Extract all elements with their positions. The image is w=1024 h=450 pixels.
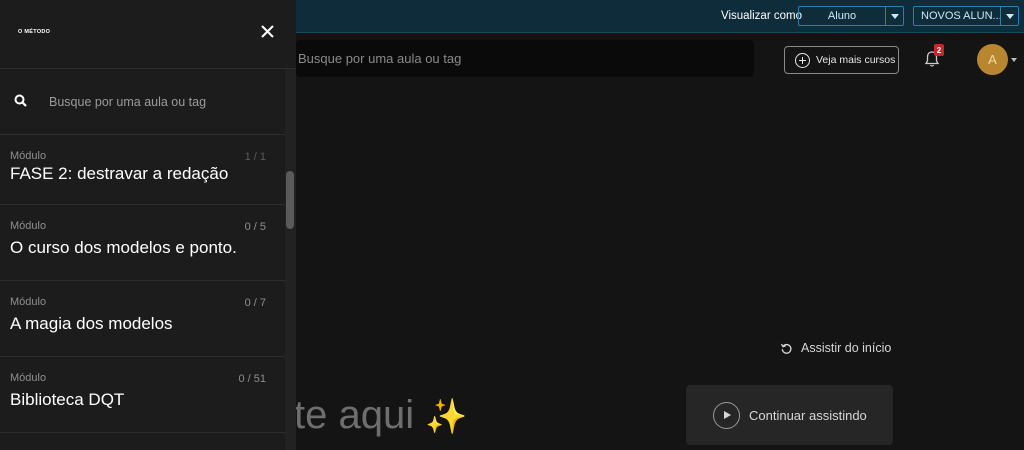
list-item[interactable]: Módulo 1 / 1 FASE 2: destravar a redação: [0, 135, 285, 205]
close-icon[interactable]: [259, 23, 276, 40]
group-select[interactable]: NOVOS ALUN...: [913, 6, 1019, 26]
role-select-value: Aluno: [827, 10, 857, 22]
module-list: Módulo 1 / 1 FASE 2: destravar a redação…: [0, 135, 285, 433]
restart-label: Assistir do início: [801, 341, 892, 355]
continue-watching-button[interactable]: Continuar assistindo: [686, 385, 893, 445]
module-progress: 0 / 7: [244, 297, 266, 309]
group-select-value: NOVOS ALUN...: [921, 10, 1000, 22]
avatar-chevron-down-icon[interactable]: [1011, 58, 1017, 62]
list-item[interactable]: Módulo 0 / 51 Biblioteca DQT: [0, 357, 285, 433]
search-placeholder: Busque por uma aula ou tag: [298, 51, 462, 66]
module-progress: 1 / 1: [244, 151, 266, 163]
role-select[interactable]: Aluno: [798, 6, 904, 26]
module-kind: Módulo: [10, 220, 47, 232]
view-as-label: Visualizar como: [721, 10, 802, 22]
sidebar-search-input[interactable]: Busque por uma aula ou tag: [0, 69, 285, 135]
restart-icon: [780, 343, 792, 354]
sidebar-header: O MÉTODO: [0, 0, 296, 69]
list-item[interactable]: Módulo 0 / 7 A magia dos modelos: [0, 281, 285, 357]
group-select-chevron-down-icon[interactable]: [1000, 7, 1018, 25]
search-icon: [14, 94, 27, 107]
list-item[interactable]: Módulo 0 / 5 O curso dos modelos e ponto…: [0, 205, 285, 281]
module-kind: Módulo: [10, 296, 47, 308]
role-select-chevron-down-icon[interactable]: [885, 7, 903, 25]
sidebar-search-placeholder: Busque por uma aula ou tag: [49, 95, 207, 109]
module-title: A magia dos modelos: [10, 314, 173, 333]
play-icon: [713, 401, 740, 429]
module-title: O curso dos modelos e ponto.: [10, 238, 237, 257]
module-progress: 0 / 5: [244, 221, 266, 233]
logo: O MÉTODO: [18, 29, 51, 35]
search-input[interactable]: Busque por uma aula ou tag: [296, 40, 754, 77]
more-courses-label: Veja mais cursos: [816, 54, 896, 66]
notification-badge: 2: [934, 44, 944, 56]
sidebar-scrollbar-thumb[interactable]: [286, 171, 294, 229]
module-title: Biblioteca DQT: [10, 390, 125, 409]
sidebar-scrollbar[interactable]: [285, 69, 296, 450]
module-kind: Módulo: [10, 372, 47, 384]
hero-heading: te aqui ✨: [294, 393, 468, 438]
course-sidebar: O MÉTODO Busque por uma aula ou tag Módu…: [0, 0, 296, 450]
restart-button[interactable]: Assistir do início: [780, 341, 891, 355]
hero-heading-text: te aqui: [294, 393, 415, 437]
module-kind: Módulo: [10, 150, 47, 162]
more-courses-button[interactable]: Veja mais cursos: [784, 46, 899, 74]
plus-circle-icon: [795, 52, 810, 68]
avatar[interactable]: A: [977, 44, 1008, 75]
continue-label: Continuar assistindo: [749, 407, 867, 423]
module-progress: 0 / 51: [238, 373, 266, 385]
sparkles-icon: ✨: [425, 398, 468, 436]
module-title: FASE 2: destravar a redação: [10, 164, 229, 183]
